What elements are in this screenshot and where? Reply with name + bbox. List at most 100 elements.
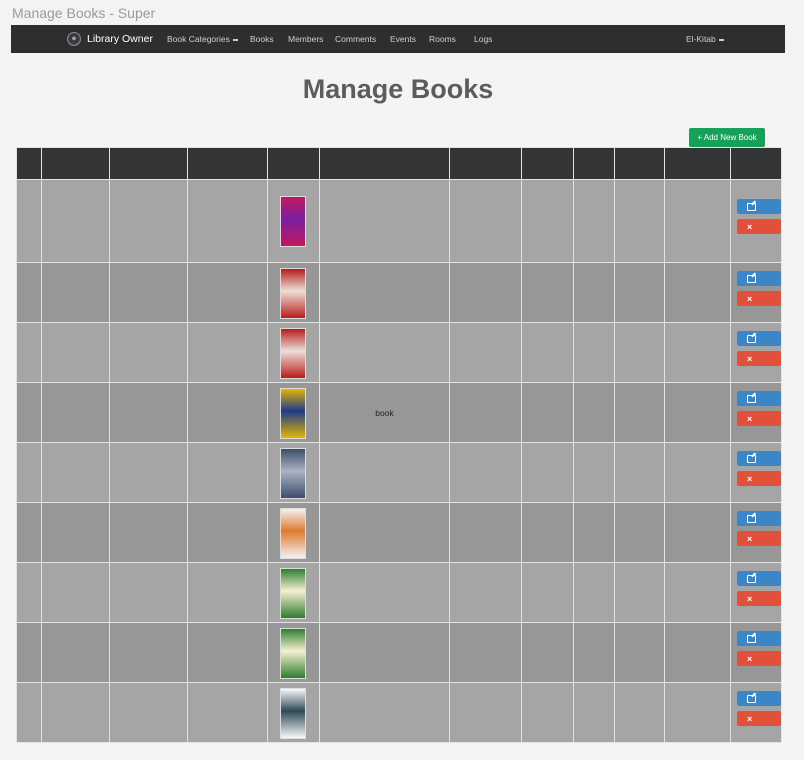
actions-cell: × (730, 562, 782, 623)
cover-cell (267, 622, 320, 683)
table-cell (109, 179, 188, 263)
nav-events[interactable]: Events (390, 34, 416, 44)
table-cell (521, 502, 574, 563)
table-row: × (16, 682, 782, 743)
close-icon: × (747, 293, 753, 304)
table-cell (41, 682, 110, 743)
edit-button[interactable] (737, 511, 781, 526)
actions-cell: × (730, 179, 782, 263)
edit-icon (747, 574, 756, 583)
edit-button[interactable] (737, 691, 781, 706)
edit-button[interactable] (737, 271, 781, 286)
description-cell (319, 562, 450, 623)
col-header (614, 147, 665, 180)
table-cell (187, 562, 268, 623)
brand-link[interactable]: Library Owner (67, 31, 153, 47)
table-cell (16, 622, 42, 683)
delete-button[interactable]: × (737, 531, 781, 546)
actions-cell: × (730, 442, 782, 503)
delete-button[interactable]: × (737, 291, 781, 306)
table-cell (449, 622, 522, 683)
table-cell (664, 262, 731, 323)
table-cell (521, 442, 574, 503)
book-cover-image (280, 196, 306, 247)
table-cell (573, 382, 615, 443)
table-cell (16, 682, 42, 743)
col-header (573, 147, 615, 180)
add-book-button[interactable]: + Add New Book (689, 128, 765, 147)
table-cell (664, 322, 731, 383)
delete-button[interactable]: × (737, 219, 781, 234)
delete-button[interactable]: × (737, 591, 781, 606)
close-icon: × (747, 593, 753, 604)
table-cell (573, 562, 615, 623)
nav-logs[interactable]: Logs (474, 34, 492, 44)
table-cell (449, 442, 522, 503)
table-row: × (16, 622, 782, 683)
delete-button[interactable]: × (737, 351, 781, 366)
table-cell (41, 382, 110, 443)
table-cell (521, 322, 574, 383)
nav-book-categories[interactable]: Book Categories (167, 34, 238, 44)
edit-button[interactable] (737, 391, 781, 406)
nav-members[interactable]: Members (288, 34, 323, 44)
col-header (16, 147, 42, 180)
table-cell (41, 622, 110, 683)
cover-cell (267, 442, 320, 503)
table-cell (449, 179, 522, 263)
actions-cell: × (730, 322, 782, 383)
table-row: × (16, 179, 782, 263)
delete-button[interactable]: × (737, 711, 781, 726)
table-cell (109, 442, 188, 503)
edit-icon (747, 694, 756, 703)
col-header (449, 147, 522, 180)
description-cell (319, 502, 450, 563)
caret-down-icon (718, 38, 724, 41)
table-cell (41, 442, 110, 503)
description-cell (319, 682, 450, 743)
table-cell (614, 442, 665, 503)
description-cell (319, 322, 450, 383)
table-cell (521, 382, 574, 443)
edit-button[interactable] (737, 631, 781, 646)
book-cover-image (280, 688, 306, 739)
table-cell (449, 322, 522, 383)
actions-cell: × (730, 682, 782, 743)
table-cell (41, 322, 110, 383)
table-cell (187, 382, 268, 443)
edit-button[interactable] (737, 331, 781, 346)
table-cell (573, 622, 615, 683)
book-cover-image (280, 628, 306, 679)
edit-icon (747, 394, 756, 403)
table-cell (573, 442, 615, 503)
main-content: Manage Books + Add New Book × × × book ×… (11, 53, 785, 748)
table-cell (16, 179, 42, 263)
delete-button[interactable]: × (737, 471, 781, 486)
actions-cell: × (730, 622, 782, 683)
nav-comments[interactable]: Comments (335, 34, 376, 44)
caret-down-icon (232, 38, 238, 41)
table-cell (187, 682, 268, 743)
table-cell (16, 262, 42, 323)
table-cell (16, 322, 42, 383)
table-cell (664, 179, 731, 263)
table-cell (109, 562, 188, 623)
nav-books[interactable]: Books (250, 34, 274, 44)
close-icon: × (747, 473, 753, 484)
table-cell (187, 179, 268, 263)
edit-button[interactable] (737, 199, 781, 214)
nav-rooms[interactable]: Rooms (429, 34, 456, 44)
delete-button[interactable]: × (737, 411, 781, 426)
nav-book-categories-label: Book Categories (167, 34, 230, 44)
delete-button[interactable]: × (737, 651, 781, 666)
book-cover-image (280, 508, 306, 559)
col-header (664, 147, 731, 180)
user-menu[interactable]: El-Kitab (686, 34, 724, 44)
book-cover-image (280, 268, 306, 319)
col-header (267, 147, 320, 180)
navbar: Library Owner Book Categories Books Memb… (11, 25, 785, 53)
table-cell (573, 502, 615, 563)
edit-button[interactable] (737, 571, 781, 586)
edit-button[interactable] (737, 451, 781, 466)
table-cell (449, 682, 522, 743)
